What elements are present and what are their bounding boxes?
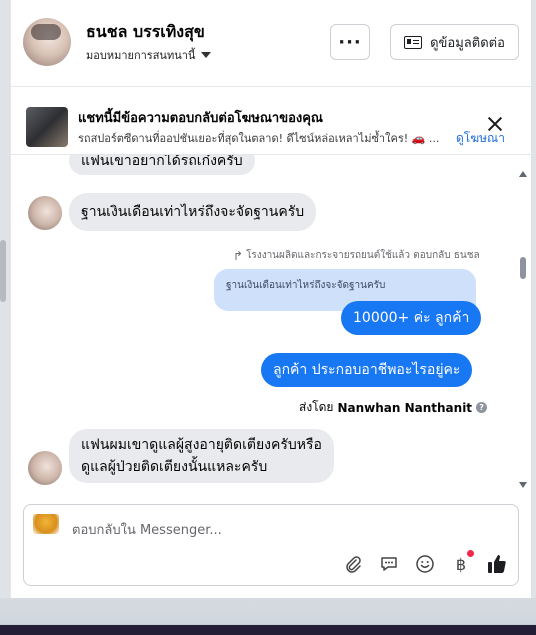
message-thread[interactable]: แฟนเขาอยากได้รถเก๋งครับ ฐานเงินเดือนเท่า… xyxy=(11,155,531,495)
outgoing-message: ลูกค้า ประกอบอาชีพอะไรอยู่คะ xyxy=(261,353,473,387)
scroll-up-arrow[interactable] xyxy=(519,171,527,177)
conversation-header: ธนชล บรรเทิงสุข มอบหมายการสนทนานี้ ··· ด… xyxy=(11,0,531,87)
view-contact-info-button[interactable]: ดูข้อมูลติดต่อ xyxy=(390,24,519,60)
contact-card-icon xyxy=(404,35,423,49)
baht-symbol: ฿ xyxy=(455,554,467,574)
outgoing-message: 10000+ ค่ะ ลูกค้า xyxy=(341,301,482,335)
ad-reply-banner: แชทนี้มีข้อความตอบกลับต่อโฆษณาของคุณ รถส… xyxy=(11,92,531,155)
like-icon[interactable] xyxy=(486,553,508,575)
more-options-button[interactable]: ··· xyxy=(330,24,370,60)
contact-avatar[interactable] xyxy=(23,18,71,66)
contact-info-label: ดูข้อมูลติดต่อ xyxy=(430,35,505,51)
sender-name: Nanwhan Nanthanit xyxy=(337,400,473,415)
saved-reply-icon[interactable] xyxy=(378,553,400,575)
reply-context-text: โรงงานผลิตและกระจายรถยนต์ใช้แล้ว ตอบกลับ… xyxy=(246,250,480,261)
resize-handle[interactable] xyxy=(0,240,6,302)
info-icon[interactable]: ? xyxy=(476,402,488,413)
reply-context: ↱ โรงงานผลิตและกระจายรถยนต์ใช้แล้ว ตอบกล… xyxy=(233,248,480,263)
paperclip-icon[interactable] xyxy=(342,553,364,575)
contact-name[interactable]: ธนชล บรรเทิงสุข xyxy=(86,20,205,45)
assign-label: มอบหมายการสนทนานี้ xyxy=(86,49,196,62)
taskbar-edge xyxy=(0,625,536,635)
message-line: แฟนผมเขาดูแลผู้สูงอายุติดเตียงครับหรือ xyxy=(81,437,322,453)
close-icon[interactable] xyxy=(487,116,503,132)
incoming-message: แฟนเขาอยากได้รถเก๋งครับ xyxy=(69,155,255,175)
sent-by-label: ส่งโดย Nanwhan Nanthanit ? xyxy=(299,398,488,417)
sent-by-prefix: ส่งโดย xyxy=(299,400,334,414)
assign-conversation-dropdown[interactable]: มอบหมายการสนทนานี้ xyxy=(86,46,212,64)
incoming-message: แฟนผมเขาดูแลผู้สูงอายุติดเตียงครับหรือ ด… xyxy=(69,429,334,483)
emoji-icon[interactable] xyxy=(414,553,436,575)
notification-dot xyxy=(467,550,474,557)
contact-avatar-small xyxy=(28,196,62,230)
scrollbar-thumb[interactable] xyxy=(520,257,526,279)
composer-toolbar: ฿ xyxy=(342,550,508,575)
reply-input[interactable]: ตอบกลับใน Messenger... xyxy=(72,519,222,540)
message-line: ดูแลผู้ป่วยติดเตียงนั้นแหละครับ xyxy=(81,459,268,475)
chevron-down-icon xyxy=(201,52,212,58)
incoming-message: ฐานเงินเดือนเท่าไหร่ถึงจะจัดฐานครับ xyxy=(69,193,317,231)
page-logo xyxy=(33,514,59,534)
baht-payment-icon[interactable]: ฿ xyxy=(450,550,474,575)
ad-banner-title: แชทนี้มีข้อความตอบกลับต่อโฆษณาของคุณ xyxy=(78,111,323,126)
messenger-panel: ธนชล บรรเทิงสุข มอบหมายการสนทนานี้ ··· ด… xyxy=(10,0,531,598)
contact-avatar-small xyxy=(28,451,62,485)
reply-arrow-icon: ↱ xyxy=(233,248,244,263)
ad-thumbnail[interactable] xyxy=(26,107,68,147)
ad-banner-subtitle: รถสปอร์ตซีดานที่ออปชันเยอะที่สุดในตลาด! … xyxy=(78,132,440,145)
message-composer[interactable]: ตอบกลับใน Messenger... ฿ xyxy=(23,504,519,586)
scroll-down-arrow[interactable] xyxy=(519,482,527,488)
desktop-background xyxy=(0,598,536,635)
